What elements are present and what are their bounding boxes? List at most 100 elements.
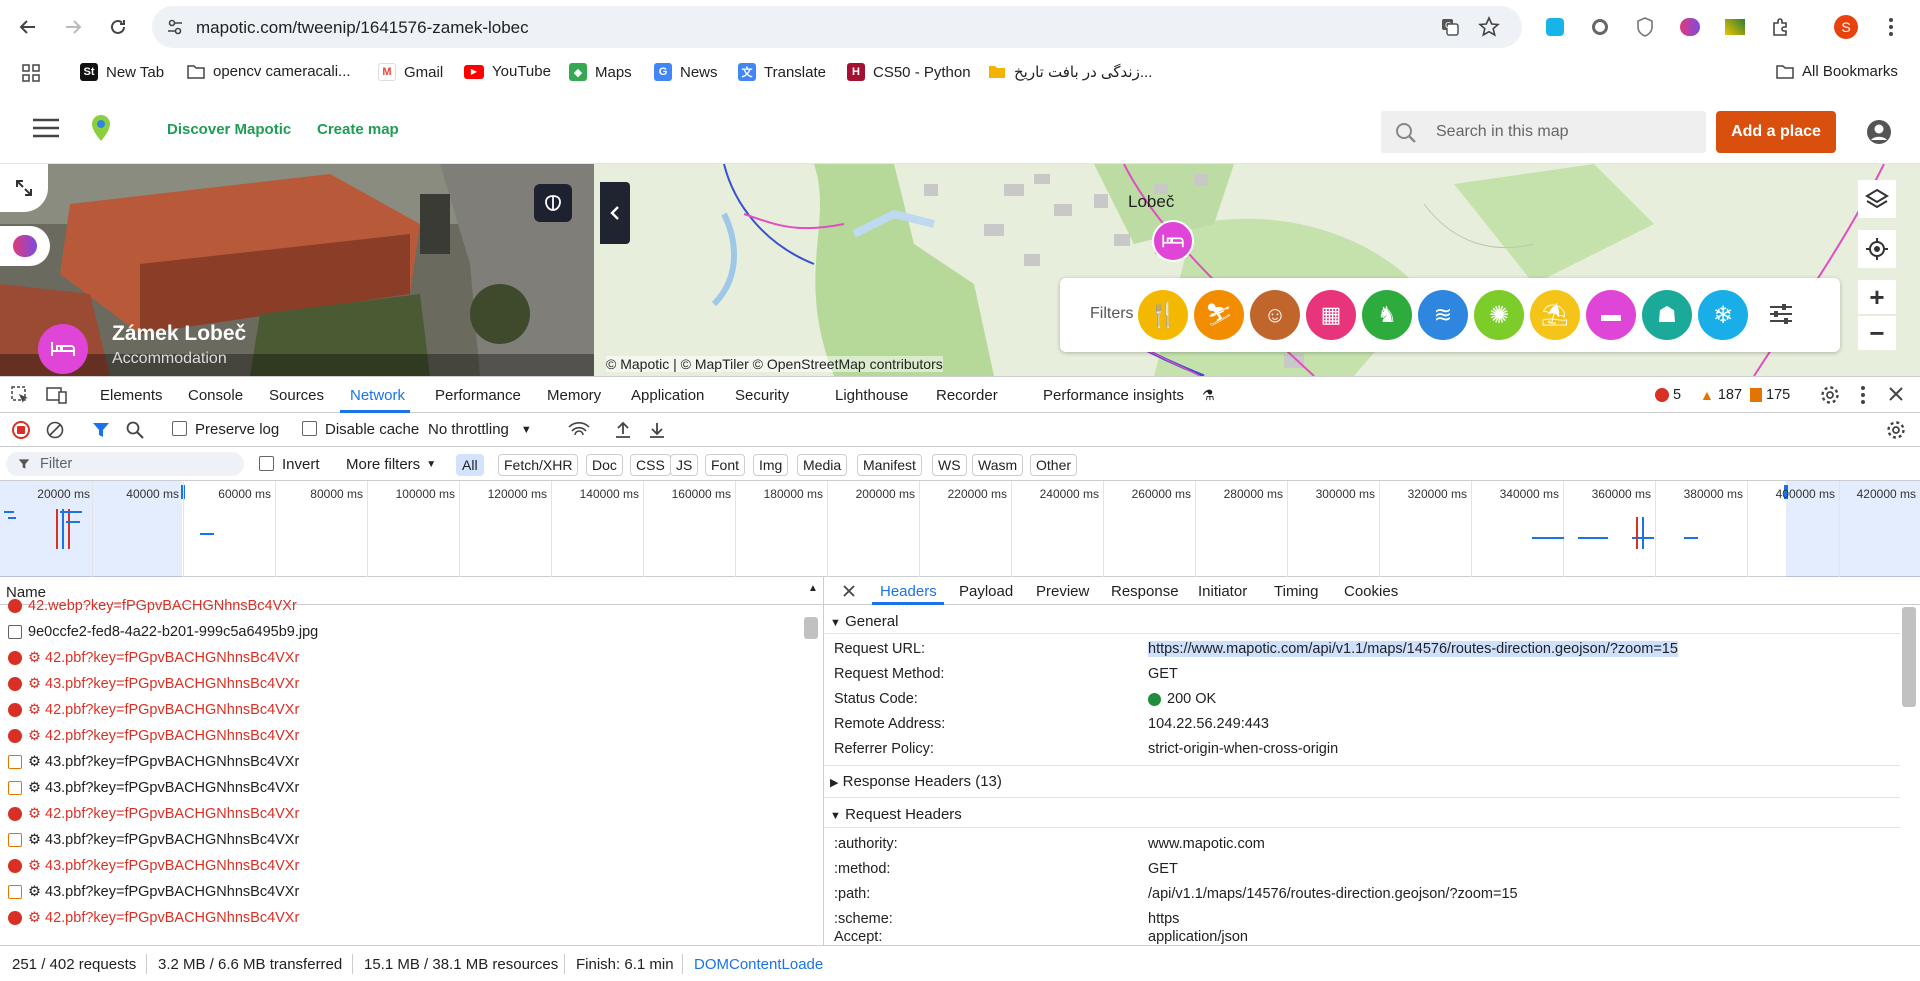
sort-arrow-icon[interactable]: ▲: [808, 583, 818, 594]
devtools-menu-icon[interactable]: [1860, 385, 1866, 405]
device-toolbar-icon[interactable]: [46, 385, 68, 405]
bookmark-persian-folder[interactable]: زندگی در بافت تاریخ...: [988, 63, 1152, 81]
request-row[interactable]: ⚙ 42.pbf?key=fPGpvBACHGNhnsBc4VXr: [0, 645, 800, 671]
request-row[interactable]: ⚙ 42.pbf?key=fPGpvBACHGNhnsBc4VXr: [0, 723, 800, 749]
brain-extension-icon[interactable]: [0, 226, 50, 266]
export-har-icon[interactable]: [648, 421, 666, 439]
filter-chip-other[interactable]: Other: [1030, 454, 1078, 476]
filter-chip-js[interactable]: JS: [670, 454, 699, 476]
extension-brain-icon[interactable]: [1675, 12, 1705, 42]
request-row[interactable]: ⚙ 43.pbf?key=fPGpvBACHGNhnsBc4VXr: [0, 853, 800, 879]
zoom-out-button[interactable]: −: [1858, 316, 1896, 350]
tab-payload[interactable]: Payload: [959, 583, 1013, 600]
mapotic-logo-icon[interactable]: [90, 114, 112, 142]
network-conditions-icon[interactable]: [568, 421, 590, 439]
profile-avatar[interactable]: S: [1831, 12, 1861, 42]
tab-response[interactable]: Response: [1111, 583, 1179, 600]
zoom-in-button[interactable]: +: [1858, 280, 1896, 314]
filter-accommodation[interactable]: ▬: [1586, 290, 1636, 340]
filter-chip-fetch-xhr[interactable]: Fetch/XHR: [498, 454, 579, 476]
general-section-toggle[interactable]: ▼ General: [830, 613, 898, 630]
layers-button[interactable]: [1858, 180, 1896, 218]
tab-elements[interactable]: Elements: [100, 387, 163, 404]
close-devtools-icon[interactable]: [1888, 386, 1904, 402]
translate-page-icon[interactable]: G: [1440, 17, 1460, 37]
referrer-policy-value[interactable]: strict-origin-when-cross-origin: [1148, 741, 1338, 757]
settings-gear-icon[interactable]: [1820, 385, 1840, 405]
tab-sources[interactable]: Sources: [269, 387, 324, 404]
filter-pool[interactable]: ≋: [1418, 290, 1468, 340]
tab-headers[interactable]: Headers: [880, 583, 937, 600]
record-stop-icon[interactable]: [12, 421, 30, 439]
collapse-sidebar-button[interactable]: [600, 182, 630, 244]
tab-timing[interactable]: Timing: [1274, 583, 1318, 600]
tab-initiator[interactable]: Initiator: [1198, 583, 1247, 600]
network-settings-gear-icon[interactable]: [1886, 420, 1906, 440]
forward-button[interactable]: [56, 10, 90, 44]
tab-network[interactable]: Network: [350, 387, 405, 404]
tab-memory[interactable]: Memory: [547, 387, 601, 404]
import-har-icon[interactable]: [614, 421, 632, 439]
filter-chip-css[interactable]: CSS: [630, 454, 671, 476]
create-map-link[interactable]: Create map: [317, 121, 399, 138]
more-filters-dropdown[interactable]: More filters ▼: [346, 456, 436, 473]
add-place-button[interactable]: Add a place: [1716, 111, 1836, 153]
tab-performance[interactable]: Performance: [435, 387, 521, 404]
extension-shield-icon[interactable]: [1630, 12, 1660, 42]
all-bookmarks[interactable]: All Bookmarks: [1776, 63, 1898, 80]
filter-animals[interactable]: ♞: [1362, 290, 1412, 340]
filter-restaurant[interactable]: 🍴: [1138, 290, 1188, 340]
filter-playground[interactable]: ⛱: [1530, 290, 1580, 340]
extension-record-icon[interactable]: [1585, 12, 1615, 42]
filter-theatre[interactable]: ☺: [1250, 290, 1300, 340]
collapse-arrows-icon[interactable]: [0, 164, 48, 212]
bookmark-cs50[interactable]: H CS50 - Python: [847, 63, 971, 81]
header-method-value[interactable]: GET: [1148, 861, 1178, 877]
url-text[interactable]: mapotic.com/tweenip/1641576-zamek-lobec: [196, 18, 529, 38]
search-icon[interactable]: [126, 421, 144, 439]
back-button[interactable]: [11, 10, 45, 44]
tab-console[interactable]: Console: [188, 387, 243, 404]
filter-amusement[interactable]: ✺: [1474, 290, 1524, 340]
error-count[interactable]: 5: [1655, 387, 1681, 403]
close-detail-icon[interactable]: [842, 584, 856, 598]
request-row[interactable]: ⚙ 43.pbf?key=fPGpvBACHGNhnsBc4VXr: [0, 879, 800, 905]
request-row[interactable]: ⚙ 43.pbf?key=fPGpvBACHGNhnsBc4VXr: [0, 827, 800, 853]
filter-chip-all[interactable]: All: [456, 454, 484, 476]
tab-lighthouse[interactable]: Lighthouse: [835, 387, 908, 404]
hamburger-menu-icon[interactable]: [32, 118, 60, 138]
filter-funnel-icon[interactable]: [92, 421, 110, 439]
site-info-icon[interactable]: [166, 18, 184, 36]
extension-camera-icon[interactable]: [1540, 12, 1570, 42]
request-row[interactable]: 42.webp?key=fPGpvBACHGNhnsBc4VXr: [0, 599, 800, 613]
filter-chip-img[interactable]: Img: [753, 454, 789, 476]
network-timeline-overview[interactable]: 20000 ms 40000 ms 60000 ms 80000 ms 1000…: [0, 481, 1920, 577]
remote-address-value[interactable]: 104.22.56.249:443: [1148, 716, 1269, 732]
extension-colorful-icon[interactable]: [1720, 12, 1750, 42]
tab-security[interactable]: Security: [735, 387, 789, 404]
header-scheme-value[interactable]: https: [1148, 911, 1179, 927]
filter-winter[interactable]: ❄: [1698, 290, 1748, 340]
map-attribution[interactable]: © Mapotic | © MapTiler © OpenStreetMap c…: [606, 356, 943, 372]
request-row[interactable]: ⚙ 42.pbf?key=fPGpvBACHGNhnsBc4VXr: [0, 697, 800, 723]
request-row[interactable]: 9e0ccfe2-fed8-4a22-b201-999c5a6495b9.jpg: [0, 619, 800, 645]
filter-chip-font[interactable]: Font: [705, 454, 746, 476]
bookmark-opencv-folder[interactable]: opencv cameracali...: [187, 63, 351, 80]
filter-family[interactable]: ☗: [1642, 290, 1692, 340]
bookmark-maps[interactable]: ◆ Maps: [569, 63, 632, 81]
network-filter-input[interactable]: Filter: [6, 452, 244, 476]
tab-recorder[interactable]: Recorder: [936, 387, 998, 404]
request-row[interactable]: ⚙ 42.pbf?key=fPGpvBACHGNhnsBc4VXr: [0, 801, 800, 827]
brain-overlay-button[interactable]: [534, 184, 572, 222]
discover-mapotic-link[interactable]: Discover Mapotic: [167, 121, 291, 138]
request-headers-toggle[interactable]: ▼ Request Headers: [830, 806, 962, 823]
tab-application[interactable]: Application: [631, 387, 704, 404]
place-marker[interactable]: [1152, 220, 1194, 262]
disable-cache-checkbox[interactable]: [302, 421, 317, 436]
preserve-log-checkbox[interactable]: [172, 421, 187, 436]
bookmark-translate[interactable]: 文 Translate: [738, 63, 826, 81]
filter-chip-ws[interactable]: WS: [932, 454, 967, 476]
header-authority-value[interactable]: www.mapotic.com: [1148, 836, 1265, 852]
request-url-value[interactable]: https://www.mapotic.com/api/v1.1/maps/14…: [1148, 641, 1678, 657]
bookmark-new-tab[interactable]: St New Tab: [80, 63, 164, 81]
